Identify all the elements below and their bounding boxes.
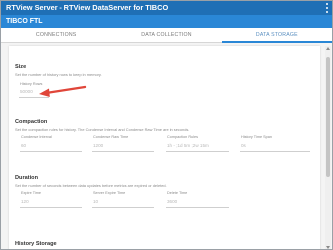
app-window: RTView Server - RTView DataServer for TI… [0, 0, 333, 250]
more-menu-icon[interactable] [326, 3, 328, 13]
compaction-section-title: Compaction [15, 119, 48, 125]
expire-time-underline [20, 207, 82, 208]
expire-time-label: Expire Time [21, 191, 42, 195]
scrollbar-thumb[interactable] [326, 57, 330, 177]
history-time-span-label: History Time Span [241, 135, 273, 139]
tab-connections[interactable]: CONNECTIONS [1, 28, 111, 42]
history-time-span-underline [240, 151, 310, 152]
compaction-rules-underline [166, 151, 229, 152]
history-storage-section-title: History Storage [15, 241, 57, 247]
condense-raw-time-label: Condense Raw Time [93, 135, 129, 139]
page-title: TIBCO FTL [1, 15, 332, 28]
delete-time-label: Delete Time [167, 191, 188, 195]
delete-time-underline [166, 207, 229, 208]
compaction-rules-label: Compaction Rules [167, 135, 199, 139]
size-section-description: Set the number of history rows to keep i… [15, 72, 102, 77]
duration-section-description: Set the number of seconds between data u… [15, 183, 167, 188]
size-section-title: Size [15, 64, 27, 70]
tab-data-storage[interactable]: DATA STORAGE [221, 28, 332, 43]
settings-card: Size Set the number of history rows to k… [9, 46, 320, 249]
condense-raw-time-underline [92, 151, 154, 152]
history-time-span-input[interactable]: 0s [241, 143, 246, 148]
condense-raw-time-input[interactable]: 1200 [93, 143, 103, 148]
server-expire-time-label: Server Expire Time [93, 191, 126, 195]
compaction-rules-input[interactable]: 1h - ;1d 5m ;2w 15m [167, 143, 209, 148]
server-expire-time-input[interactable]: 10 [93, 199, 98, 204]
condense-interval-label: Condense Interval [21, 135, 52, 139]
scroll-up-icon[interactable] [326, 47, 330, 50]
history-rows-input[interactable]: 50000 [20, 89, 33, 94]
tab-data-collection[interactable]: DATA COLLECTION [111, 28, 221, 42]
app-subtitle: RTView DataServer for TIBCO [63, 3, 169, 12]
condense-interval-underline [20, 151, 82, 152]
tab-bar: CONNECTIONS DATA COLLECTION DATA STORAGE [1, 28, 332, 43]
annotation-arrow-icon [39, 85, 87, 97]
app-title: RTView Server [6, 3, 58, 12]
server-expire-time-underline [92, 207, 154, 208]
condense-interval-input[interactable]: 60 [21, 143, 26, 148]
expire-time-input[interactable]: 120 [21, 199, 29, 204]
delete-time-input[interactable]: 3600 [167, 199, 177, 204]
compaction-section-description: Set the compaction rules for history. Th… [15, 127, 190, 132]
duration-section-title: Duration [15, 175, 38, 181]
scroll-down-icon[interactable] [326, 246, 330, 249]
app-header: RTView Server - RTView DataServer for TI… [1, 1, 332, 15]
